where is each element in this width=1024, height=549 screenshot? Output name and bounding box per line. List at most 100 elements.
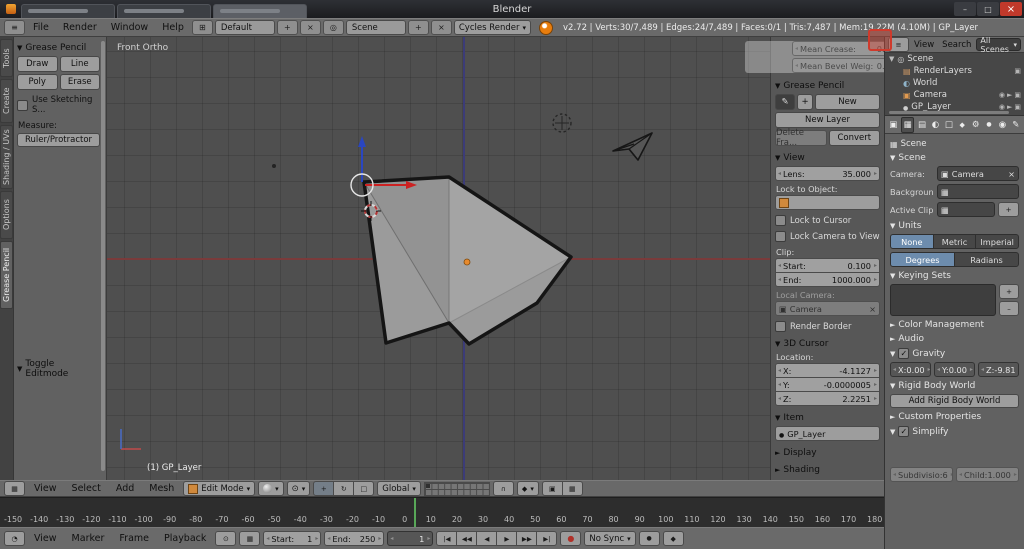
gp-draw-mode-button[interactable] (775, 94, 795, 110)
preview-range-button[interactable] (215, 531, 236, 546)
gp-new-button[interactable]: New (815, 94, 880, 110)
remove-keying-set-button[interactable]: – (999, 301, 1019, 316)
unit-imperial-button[interactable]: Imperial (975, 234, 1019, 249)
browse-scenes-icon[interactable] (323, 20, 344, 35)
panel-header-toggle-editmode[interactable]: Toggle Editmode (17, 359, 100, 379)
outliner-row-camera[interactable]: Camera (885, 89, 1024, 101)
layers-widget[interactable] (424, 482, 490, 496)
tab-object[interactable] (944, 118, 954, 132)
jump-to-start-button[interactable]: |◀ (436, 531, 457, 546)
insert-keyframe-button[interactable] (663, 531, 684, 546)
new-clip-button[interactable] (998, 202, 1019, 217)
mode-dropdown[interactable]: Edit Mode (183, 481, 255, 496)
panel-header-units[interactable]: Units (890, 221, 1019, 231)
tab-render[interactable] (888, 118, 898, 132)
cursor-x-field[interactable]: X: -4.1127 (775, 363, 880, 378)
child-particles-field[interactable]: Child: 1.000 (956, 467, 1019, 482)
menu-select[interactable]: Select (66, 483, 107, 494)
tab-physics[interactable] (1011, 118, 1021, 132)
maximize-button[interactable] (977, 2, 999, 16)
unit-none-button[interactable]: None (890, 234, 934, 249)
orientation-dropdown[interactable]: Global (377, 481, 421, 496)
panel-header-item[interactable]: Item (775, 413, 880, 423)
tab-material[interactable] (997, 118, 1007, 132)
panel-header-rigid-body-world[interactable]: Rigid Body World (890, 381, 1019, 391)
clip-end-field[interactable]: End: 1000.000 (775, 272, 880, 287)
add-rigid-body-world-button[interactable]: Add Rigid Body World (890, 394, 1019, 408)
subdivision-field[interactable]: Subdivisio: 6 (890, 467, 953, 482)
minimize-button[interactable] (954, 2, 976, 16)
render-toggle-icon[interactable] (1014, 67, 1021, 75)
add-scene-button[interactable] (408, 20, 429, 35)
use-sketching-checkbox[interactable]: Use Sketching S... (17, 95, 100, 115)
translate-manipulator-button[interactable] (313, 481, 334, 496)
render-engine-dropdown[interactable]: Cycles Render (454, 20, 531, 35)
menu-search[interactable]: Search (939, 40, 974, 50)
panel-header-gravity[interactable]: Gravity (890, 348, 1019, 359)
editor-type-icon[interactable] (4, 481, 25, 496)
outliner-row-world[interactable]: World (885, 77, 1024, 89)
poly-button[interactable]: Poly (17, 74, 58, 90)
delete-scene-button[interactable] (431, 20, 452, 35)
jump-to-end-button[interactable]: ▶| (536, 531, 557, 546)
editor-type-icon[interactable] (4, 531, 25, 546)
panel-header-grease-pencil[interactable]: Grease Pencil (775, 81, 880, 91)
timeline-ruler[interactable]: -150-140-130-120-110-100-90-80-70-60-50-… (0, 497, 884, 527)
tab-scene[interactable] (901, 117, 913, 133)
snap-toggle-button[interactable] (493, 481, 514, 496)
delete-frame-button[interactable]: Delete Fra... (775, 130, 827, 146)
frame-start-field[interactable]: Start: 1 (263, 531, 321, 546)
menu-view[interactable]: View (28, 533, 63, 544)
unit-metric-button[interactable]: Metric (933, 234, 977, 249)
tab-tools[interactable]: Tools (0, 39, 13, 77)
render-toggle-icon[interactable] (1014, 103, 1021, 111)
tab-render-layers[interactable] (917, 118, 927, 132)
selectability-icon[interactable] (1007, 91, 1012, 99)
simplify-checkbox[interactable] (898, 426, 909, 437)
cursor-z-field[interactable]: Z: 2.2251 (775, 391, 880, 406)
play-reverse-button[interactable]: ◀ (476, 531, 497, 546)
new-layer-button[interactable]: New Layer (775, 112, 880, 128)
display-filter-dropdown[interactable]: All Scenes (976, 38, 1021, 51)
menu-file[interactable]: File (27, 22, 55, 33)
panel-header-audio[interactable]: Audio (890, 334, 1019, 344)
gravity-checkbox[interactable] (898, 348, 909, 359)
frame-end-field[interactable]: End: 250 (324, 531, 384, 546)
panel-header-view[interactable]: View (775, 153, 880, 163)
add-layout-button[interactable] (277, 20, 298, 35)
panel-header-scene[interactable]: Scene (890, 153, 1019, 163)
line-button[interactable]: Line (60, 56, 101, 72)
render-border-checkbox[interactable]: Render Border (775, 321, 880, 332)
titlebar-tab-3[interactable] (213, 4, 307, 18)
tab-modifiers[interactable] (970, 118, 980, 132)
visibility-icon[interactable] (999, 91, 1005, 99)
outliner-row-scene[interactable]: Scene (885, 53, 1024, 65)
menu-mesh[interactable]: Mesh (143, 483, 180, 494)
close-button[interactable] (1000, 2, 1022, 16)
menu-window[interactable]: Window (105, 22, 154, 33)
add-keying-set-button[interactable] (999, 284, 1019, 299)
degrees-button[interactable]: Degrees (890, 252, 955, 267)
browse-layouts-icon[interactable] (192, 20, 213, 35)
gravity-z-field[interactable]: Z: -9.81 (978, 362, 1019, 377)
outliner-row-renderlayers[interactable]: RenderLayers (885, 65, 1024, 77)
screen-layout-field[interactable]: Default (215, 20, 275, 35)
selectability-icon[interactable] (1007, 103, 1012, 111)
lens-field[interactable]: Lens: 35.000 (775, 166, 880, 181)
disclosure-open-icon[interactable] (889, 55, 894, 63)
tab-data[interactable] (984, 118, 994, 132)
gravity-y-field[interactable]: Y: 0.00 (934, 362, 975, 377)
menu-help[interactable]: Help (156, 22, 190, 33)
record-button[interactable] (560, 531, 581, 546)
clear-icon[interactable] (1008, 169, 1015, 179)
opengl-render-button[interactable] (542, 481, 563, 496)
erase-button[interactable]: Erase (60, 74, 101, 90)
menu-playback[interactable]: Playback (158, 533, 212, 544)
next-keyframe-button[interactable]: ▶▶ (516, 531, 537, 546)
empty-object[interactable] (553, 114, 571, 132)
keying-sets-list[interactable] (890, 284, 996, 316)
scale-manipulator-button[interactable] (353, 481, 374, 496)
titlebar-tab-2[interactable] (117, 4, 211, 18)
snap-element-dropdown[interactable] (517, 481, 539, 496)
panel-header-3d-cursor[interactable]: 3D Cursor (775, 339, 880, 349)
